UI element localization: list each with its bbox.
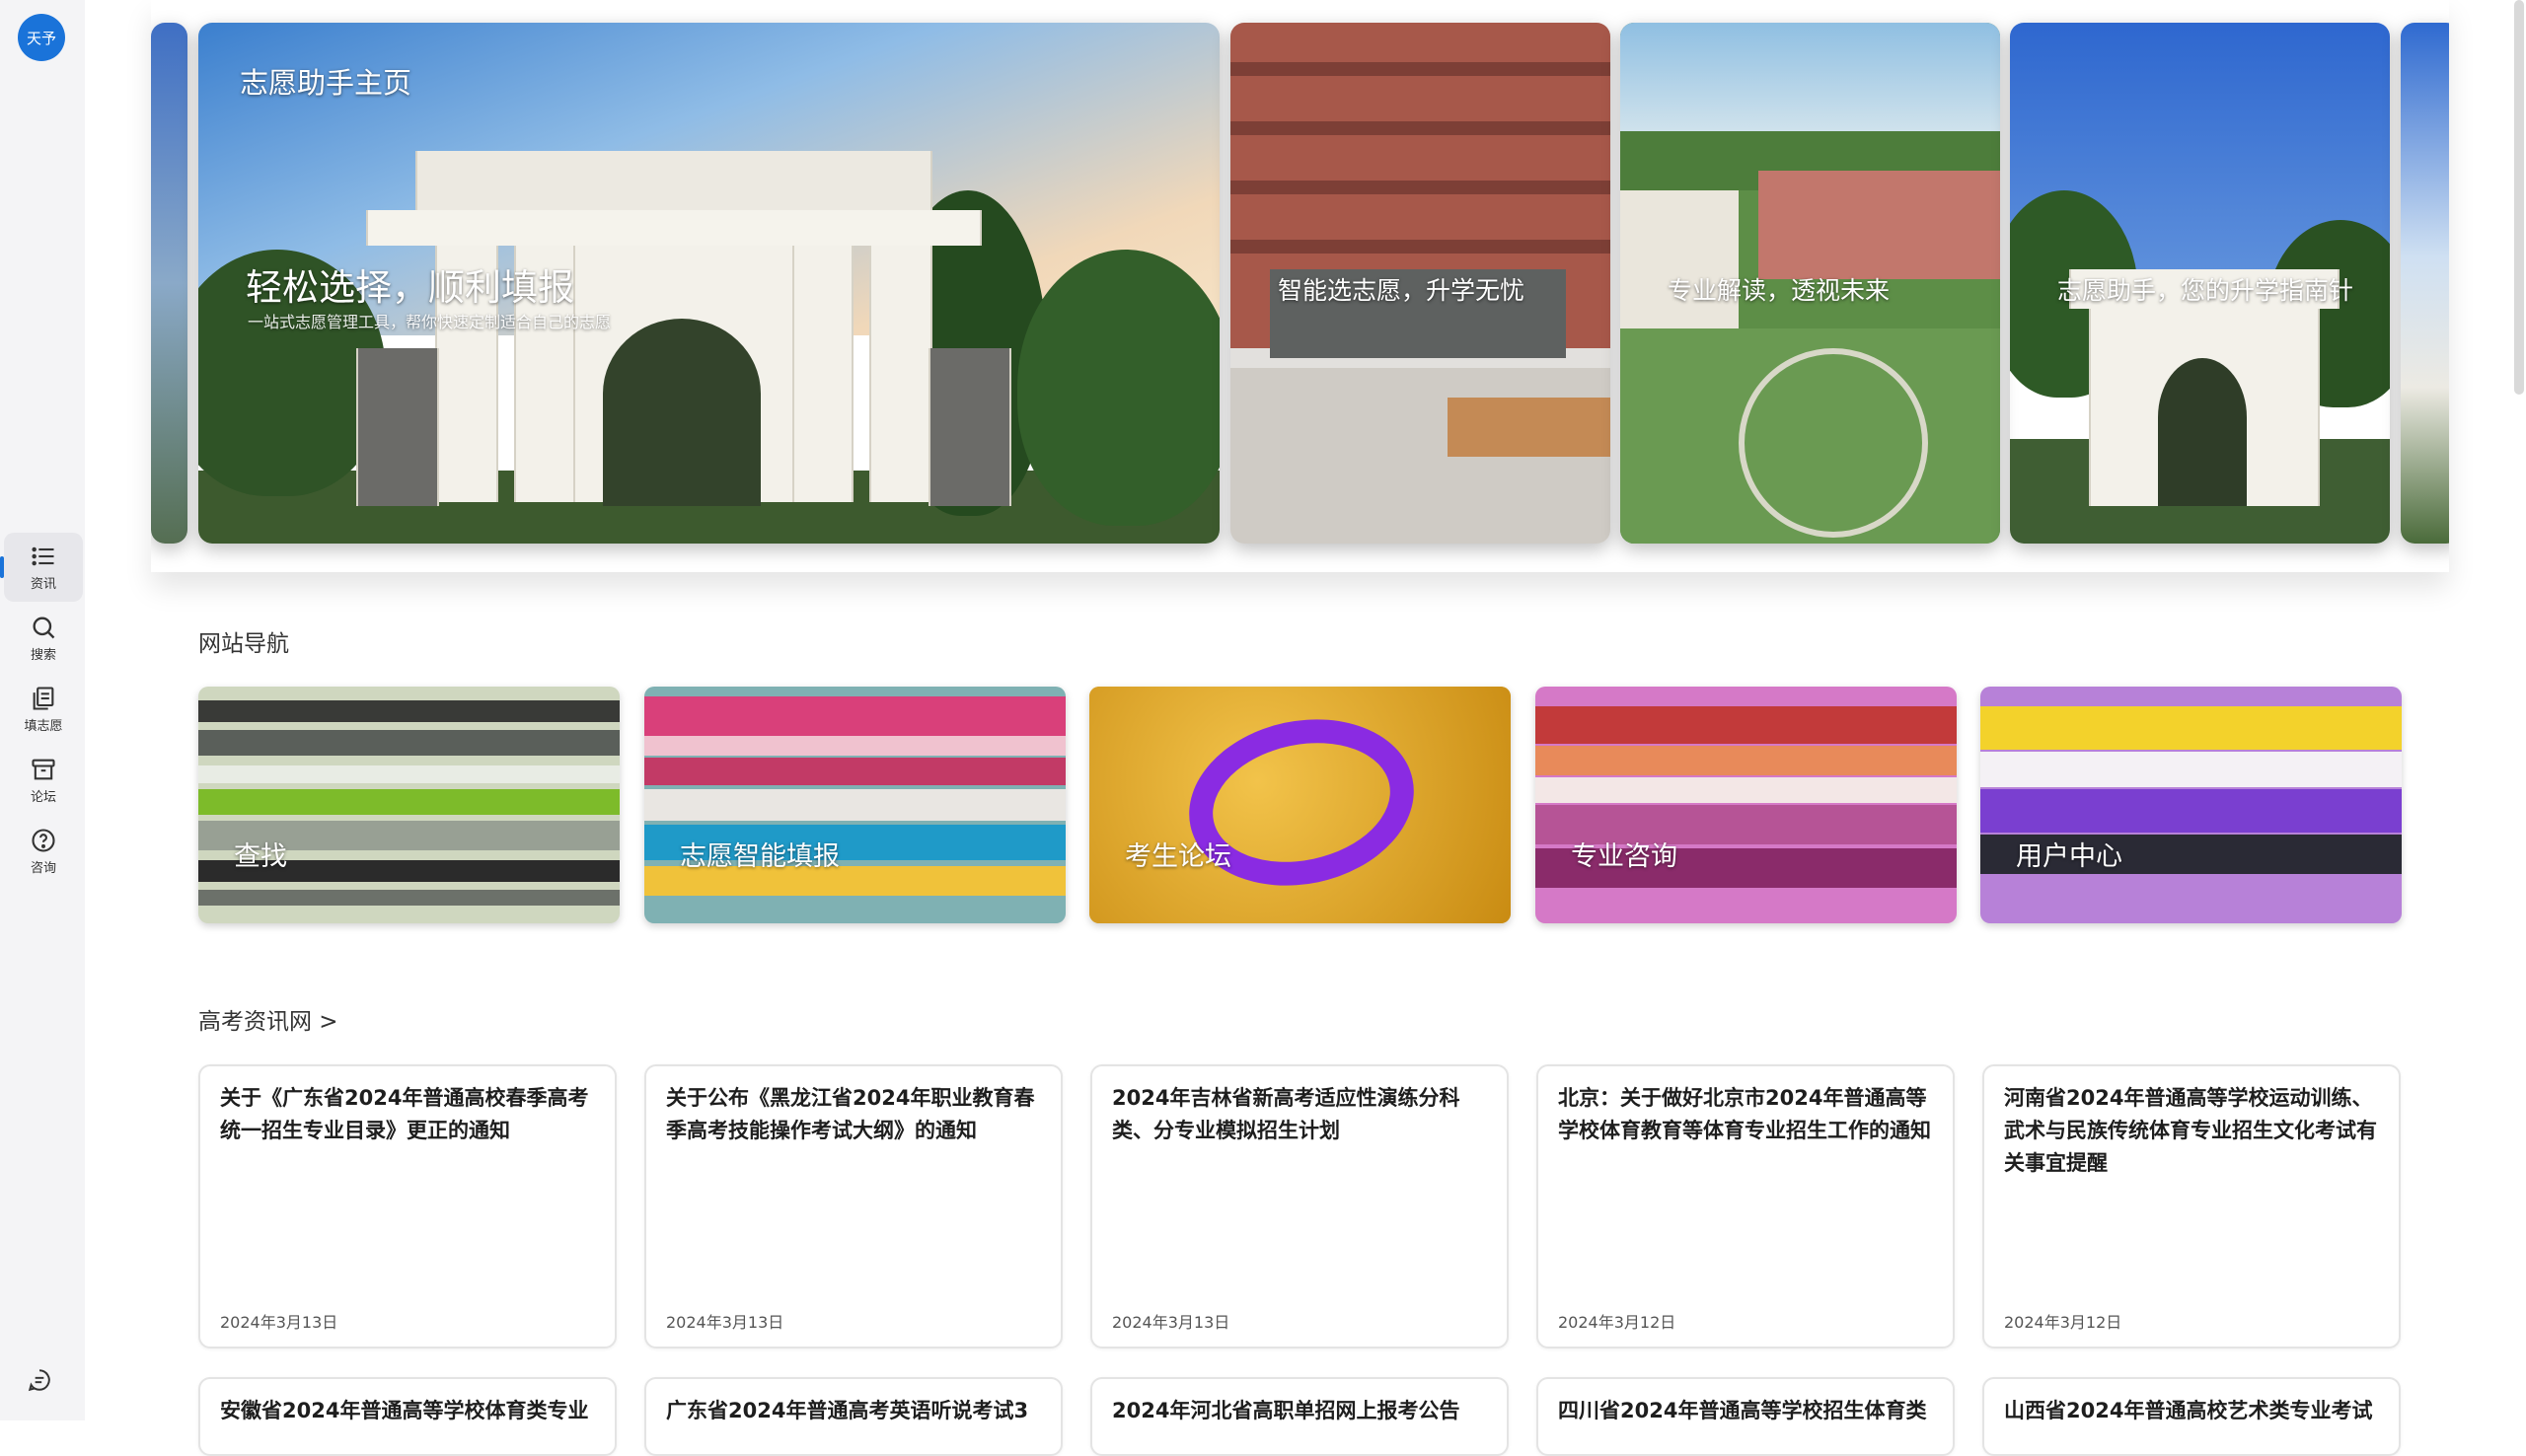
news-date: 2024年3月13日	[666, 1313, 784, 1332]
news-title: 安徽省2024年普通高等学校体育类专业	[220, 1399, 589, 1422]
news-card[interactable]: 2024年河北省高职单招网上报考公告	[1090, 1377, 1509, 1456]
news-card[interactable]: 北京：关于做好北京市2024年普通高等学校体育教育等体育专业招生工作的通知 20…	[1536, 1064, 1955, 1348]
app-logo[interactable]: 天予	[18, 14, 65, 61]
site-nav-title: 网站导航	[198, 631, 289, 657]
news-title: 北京：关于做好北京市2024年普通高等学校体育教育等体育专业招生工作的通知	[1558, 1086, 1931, 1142]
news-date: 2024年3月12日	[2004, 1313, 2122, 1332]
news-title: 山西省2024年普通高校艺术类专业考试	[2004, 1399, 2373, 1422]
carousel-slide-caption: 志愿助手，您的升学指南针	[2057, 276, 2354, 305]
list-icon	[32, 546, 54, 566]
form-icon	[33, 687, 54, 710]
search-icon	[33, 617, 55, 639]
carousel-header: 志愿助手主页	[240, 66, 412, 100]
nav-card-smart-fill[interactable]: 志愿智能填报	[644, 687, 1066, 923]
hero-carousel[interactable]: 志愿助手主页 轻松选择，顺利填报 一站式志愿管理工具，帮你快速定制适合自己的志愿…	[151, 0, 2449, 572]
chat-icon[interactable]	[27, 1367, 52, 1393]
nav-card-label: 查找	[234, 841, 287, 872]
nav-card-label: 专业咨询	[1571, 841, 1677, 872]
sidebar-item-news[interactable]: 资讯	[0, 533, 83, 602]
news-title: 关于《广东省2024年普通高校春季高考统一招生专业目录》更正的通知	[220, 1086, 589, 1142]
active-indicator	[0, 556, 4, 578]
sidebar-item-forum[interactable]: 论坛	[4, 746, 83, 815]
carousel-slide-caption: 专业解读，透视未来	[1668, 276, 1891, 305]
nav-card-label: 考生论坛	[1125, 841, 1231, 872]
news-title: 关于公布《黑龙江省2024年职业教育春季高考技能操作考试大纲》的通知	[666, 1086, 1035, 1142]
carousel-slide-1[interactable]: 智能选志愿，升学无忧	[1230, 23, 1610, 544]
news-title: 河南省2024年普通高等学校运动训练、武术与民族传统体育专业招生文化考试有关事宜…	[2004, 1086, 2377, 1175]
news-date: 2024年3月13日	[1112, 1313, 1230, 1332]
sidebar-item-label: 论坛	[30, 790, 56, 805]
logo-text: 天予	[26, 29, 56, 47]
carousel-slide-main[interactable]: 志愿助手主页 轻松选择，顺利填报 一站式志愿管理工具，帮你快速定制适合自己的志愿	[198, 23, 1220, 544]
sidebar-item-search[interactable]: 搜索	[4, 604, 83, 673]
news-card[interactable]: 关于公布《黑龙江省2024年职业教育春季高考技能操作考试大纲》的通知 2024年…	[644, 1064, 1063, 1348]
help-icon	[32, 829, 55, 852]
sidebar-item-fill-application[interactable]: 填志愿	[4, 675, 83, 744]
news-card[interactable]: 广东省2024年普通高考英语听说考试3	[644, 1377, 1063, 1456]
sidebar-item-label: 资讯	[30, 577, 56, 592]
nav-card-label: 用户中心	[2016, 841, 2122, 872]
carousel-main-title: 轻松选择，顺利填报	[246, 266, 574, 309]
news-card[interactable]: 四川省2024年普通高等学校招生体育类	[1536, 1377, 1955, 1456]
sidebar-item-label: 咨询	[30, 861, 56, 876]
news-card[interactable]: 安徽省2024年普通高等学校体育类专业	[198, 1377, 617, 1456]
page-scrollbar[interactable]	[2514, 0, 2524, 395]
nav-card-label: 志愿智能填报	[680, 841, 840, 872]
sidebar-item-label: 搜索	[30, 648, 56, 663]
archive-icon	[32, 759, 55, 780]
news-title: 四川省2024年普通高等学校招生体育类	[1558, 1399, 1927, 1422]
news-date: 2024年3月13日	[220, 1313, 338, 1332]
carousel-main-subtitle: 一站式志愿管理工具，帮你快速定制适合自己的志愿	[248, 313, 612, 331]
carousel-slide-2[interactable]: 专业解读，透视未来	[1620, 23, 2000, 544]
news-title: 2024年河北省高职单招网上报考公告	[1112, 1399, 1460, 1422]
news-card[interactable]: 山西省2024年普通高校艺术类专业考试	[1982, 1377, 2401, 1456]
news-title: 广东省2024年普通高考英语听说考试3	[666, 1399, 1029, 1422]
news-card[interactable]: 2024年吉林省新高考适应性演练分科类、分专业模拟招生计划 2024年3月13日	[1090, 1064, 1509, 1348]
nav-card-consult[interactable]: 专业咨询	[1535, 687, 1957, 923]
nav-card-user-center[interactable]: 用户中心	[1980, 687, 2402, 923]
sidebar-item-label: 填志愿	[24, 719, 63, 734]
nav-card-search[interactable]: 查找	[198, 687, 620, 923]
news-title: 2024年吉林省新高考适应性演练分科类、分专业模拟招生计划	[1112, 1086, 1460, 1142]
news-card[interactable]: 河南省2024年普通高等学校运动训练、武术与民族传统体育专业招生文化考试有关事宜…	[1982, 1064, 2401, 1348]
carousel-slide-peek-left[interactable]	[151, 23, 187, 544]
carousel-slide-3[interactable]: 志愿助手，您的升学指南针	[2010, 23, 2390, 544]
sidebar-item-consult[interactable]: 咨询	[4, 817, 83, 886]
carousel-slide-caption: 智能选志愿，升学无忧	[1278, 276, 1525, 305]
nav-card-forum[interactable]: 考生论坛	[1089, 687, 1511, 923]
news-card[interactable]: 关于《广东省2024年普通高校春季高考统一招生专业目录》更正的通知 2024年3…	[198, 1064, 617, 1348]
sidebar: 天予 资讯 搜索 填志愿 论坛 咨询	[0, 0, 85, 1420]
news-section-link[interactable]: 高考资讯网 >	[198, 1002, 338, 1036]
carousel-slide-peek-right[interactable]	[2401, 23, 2449, 544]
news-date: 2024年3月12日	[1558, 1313, 1676, 1332]
